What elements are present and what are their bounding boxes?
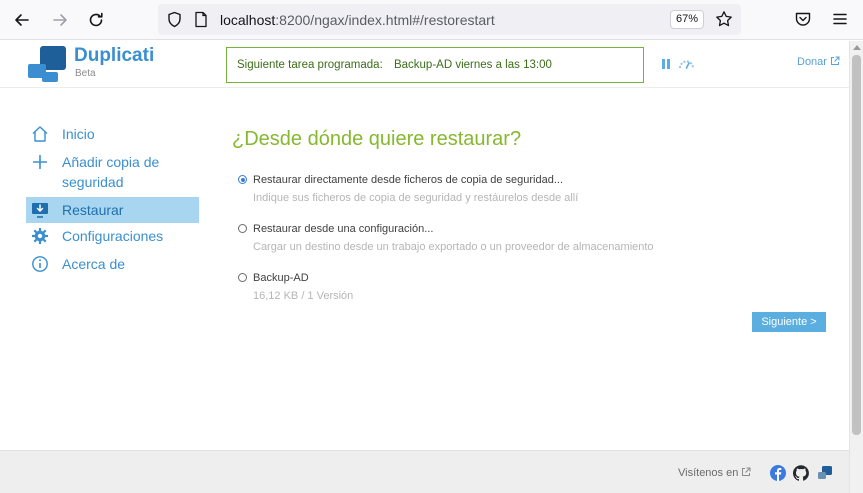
sidebar-item-home[interactable]: Inicio	[26, 121, 199, 147]
pocket-icon[interactable]	[794, 10, 812, 28]
sidebar: Inicio Añadir copia de seguridad Restaur…	[26, 121, 199, 277]
throttle-icon[interactable]	[678, 58, 695, 69]
radio-backup-ad[interactable]	[238, 273, 247, 282]
sidebar-item-restore[interactable]: Restaurar	[26, 197, 199, 223]
page-scrollbar[interactable]	[849, 41, 863, 493]
url-path: :8200/ngax/index.html#/restorestart	[275, 12, 495, 28]
page-icon[interactable]	[193, 11, 209, 28]
content-area: Inicio Añadir copia de seguridad Restaur…	[0, 87, 849, 450]
restore-icon	[32, 203, 48, 218]
url-host: localhost	[220, 12, 276, 28]
gear-icon	[32, 228, 48, 244]
url-bar[interactable]: localhost:8200/ngax/index.html#/restores…	[158, 4, 741, 35]
option-direct-restore[interactable]: Restaurar directamente desde ficheros de…	[232, 173, 832, 205]
sidebar-item-label: Inicio	[62, 126, 95, 142]
pause-icon[interactable]	[661, 58, 671, 70]
external-link-icon	[742, 467, 751, 476]
donate-link[interactable]: Donar	[797, 56, 840, 68]
info-icon	[32, 256, 48, 272]
next-scheduled-task: Siguiente tarea programada: Backup-AD vi…	[226, 47, 644, 83]
schedule-value: Backup-AD viernes a las 13:00	[393, 59, 552, 71]
browser-toolbar: localhost:8200/ngax/index.html#/restores…	[0, 0, 863, 40]
scroll-up-arrow-icon[interactable]	[853, 45, 861, 50]
radio-config-restore[interactable]	[238, 224, 247, 233]
facebook-icon[interactable]	[770, 465, 786, 481]
bookmark-star-icon[interactable]	[715, 10, 733, 28]
page-title: ¿Desde dónde quiere restaurar?	[232, 128, 522, 150]
forum-icon[interactable]	[817, 465, 833, 481]
sidebar-item-settings[interactable]: Configuraciones	[26, 223, 199, 249]
zoom-badge[interactable]: 67%	[670, 10, 704, 29]
visit-label: Visítenos en	[678, 467, 739, 479]
app-name[interactable]: Duplicati	[74, 45, 154, 67]
restore-main: ¿Desde dónde quiere restaurar? Restaurar…	[232, 128, 832, 320]
sidebar-item-about[interactable]: Acerca de	[26, 251, 199, 277]
option-title[interactable]: Restaurar desde una configuración...	[253, 222, 832, 236]
option-config-restore[interactable]: Restaurar desde una configuración... Car…	[232, 222, 832, 254]
scrollbar-thumb[interactable]	[852, 55, 861, 435]
shield-icon[interactable]	[166, 11, 183, 28]
hamburger-menu-icon[interactable]	[831, 10, 849, 28]
duplicati-logo-icon[interactable]	[26, 44, 70, 84]
forward-icon[interactable]	[48, 8, 72, 32]
option-desc: Cargar un destino desde un trabajo expor…	[253, 241, 654, 253]
next-button[interactable]: Siguiente >	[752, 312, 826, 332]
url-text[interactable]: localhost:8200/ngax/index.html#/restores…	[220, 12, 495, 28]
sidebar-item-label: Acerca de	[62, 256, 126, 272]
external-link-icon	[830, 56, 840, 65]
option-title[interactable]: Backup-AD	[253, 271, 832, 285]
radio-direct-restore[interactable]	[238, 175, 247, 184]
option-title[interactable]: Restaurar directamente desde ficheros de…	[253, 173, 832, 187]
sidebar-item-add-backup[interactable]: Añadir copia de seguridad	[26, 149, 199, 195]
option-desc: Indique sus ficheros de copia de segurid…	[253, 192, 579, 204]
app-header: Duplicati Beta Siguiente tarea programad…	[0, 41, 849, 87]
footer: Visítenos en	[0, 450, 849, 493]
visit-us: Visítenos en	[678, 467, 751, 479]
github-icon[interactable]	[793, 465, 809, 481]
plus-icon	[33, 155, 47, 169]
reload-icon[interactable]	[84, 8, 108, 32]
back-icon[interactable]	[10, 8, 34, 32]
app-sub: Beta	[75, 68, 96, 79]
sidebar-item-label: Restaurar	[62, 202, 124, 218]
option-desc: 16,12 KB / 1 Versión	[253, 290, 354, 302]
sidebar-item-label: Configuraciones	[62, 228, 164, 244]
donate-label: Donar	[797, 56, 827, 68]
home-icon	[32, 126, 48, 142]
schedule-label: Siguiente tarea programada:	[237, 59, 383, 71]
option-backup-ad[interactable]: Backup-AD 16,12 KB / 1 Versión	[232, 271, 832, 303]
sidebar-item-label: Añadir copia de seguridad	[62, 154, 160, 190]
